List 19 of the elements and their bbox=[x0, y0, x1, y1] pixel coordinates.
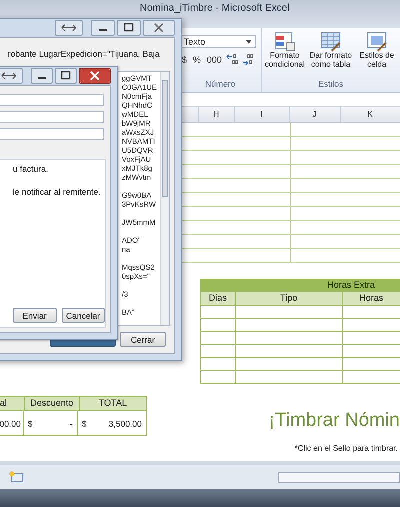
column-header: TOTAL bbox=[98, 397, 128, 410]
xml-text: robante LugarExpedicion="Tijuana, Baja bbox=[7, 49, 161, 59]
column-header: Descuento bbox=[25, 397, 80, 410]
currency-symbol: $ bbox=[28, 418, 33, 428]
currency-symbol: $ bbox=[82, 418, 87, 428]
message-text: u factura. bbox=[13, 164, 50, 174]
group-label: Estilos bbox=[318, 79, 344, 89]
column-header: al bbox=[0, 397, 25, 410]
column-header: Tipo bbox=[236, 292, 343, 305]
window-title: Nomina_iTimbre - Microsoft Excel bbox=[140, 3, 290, 14]
table-cell: - bbox=[70, 418, 73, 428]
table-title: Horas Extra bbox=[201, 279, 400, 292]
column-header: Horas bbox=[358, 292, 384, 305]
stamp-note: *Clic en el Sello para timbrar. bbox=[294, 444, 398, 453]
table-cell: 3,500.00 bbox=[108, 418, 142, 428]
column-header: Dias bbox=[201, 292, 236, 305]
group-label: Número bbox=[205, 79, 236, 89]
table-cell: 00.00 bbox=[0, 418, 21, 428]
message-text: le notificar al remitente. bbox=[13, 187, 102, 197]
